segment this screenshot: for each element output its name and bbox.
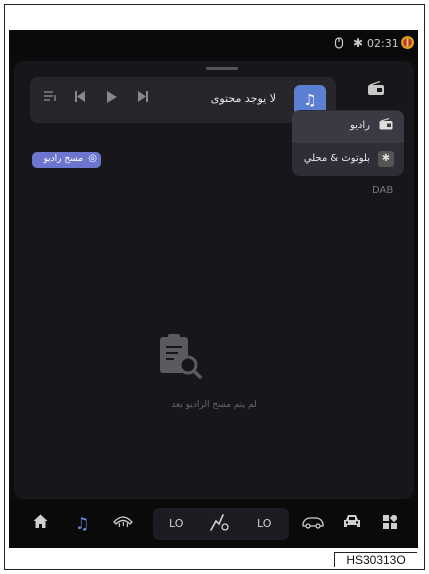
source-item-label: بلوتوث & محلي	[303, 153, 370, 164]
source-item-label: راديو	[349, 120, 370, 131]
touch-icon	[334, 37, 344, 52]
band-label[interactable]: DAB	[372, 185, 393, 196]
radio-icon	[378, 118, 394, 134]
source-item-radio[interactable]: راديو	[292, 111, 404, 143]
drag-handle[interactable]	[206, 67, 238, 70]
rear-defrost-icon[interactable]	[113, 514, 133, 533]
source-dropdown: راديو بلوتوث & محلي ✱	[292, 110, 404, 176]
scan-radio-button[interactable]: مسح راديو ◎	[32, 152, 101, 168]
music-icon[interactable]: ♫	[75, 514, 89, 533]
climate-control: LO LO	[153, 508, 289, 540]
media-panel: لا يوجد محتوى ♫ راديو بلوتوث & محلي ✱ DA…	[14, 61, 414, 499]
empty-state-message: لم يتم مسح الراديو بعد	[171, 400, 257, 410]
right-temp[interactable]: LO	[257, 517, 271, 530]
source-item-bluetooth-local[interactable]: بلوتوث & محلي ✱	[292, 144, 404, 176]
left-temp[interactable]: LO	[169, 517, 183, 530]
play-icon[interactable]	[107, 91, 117, 107]
radio-source-icon[interactable]	[367, 80, 385, 101]
status-bar: ✱ 02:31	[9, 30, 418, 58]
figure-code: HS30313O	[334, 552, 417, 567]
next-icon[interactable]	[138, 91, 148, 106]
previous-icon[interactable]	[75, 91, 85, 106]
bluetooth-icon: ✱	[353, 36, 364, 50]
logo-icon	[400, 35, 415, 53]
bluetooth-icon: ✱	[378, 151, 394, 167]
fan-seat-icon[interactable]	[209, 514, 231, 536]
apps-icon[interactable]	[383, 513, 399, 533]
no-content-label: لا يوجد محتوى	[210, 92, 276, 105]
car-outline-icon[interactable]	[302, 514, 324, 533]
bottom-nav-bar: ♫ LO LO	[9, 500, 418, 548]
scan-icon: ◎	[88, 153, 97, 164]
clock: 02:31	[367, 37, 399, 50]
mini-player: لا يوجد محتوى ♫	[30, 77, 336, 123]
home-icon[interactable]	[33, 514, 48, 533]
infotainment-screen: ✱ 02:31 لا يوجد محتوى ♫ راديو بلوتوث & م…	[9, 30, 418, 548]
clipboard-search-icon	[158, 333, 204, 381]
scan-radio-label: مسح راديو	[43, 154, 83, 164]
queue-icon[interactable]	[44, 91, 57, 106]
car-front-icon[interactable]	[343, 514, 361, 533]
